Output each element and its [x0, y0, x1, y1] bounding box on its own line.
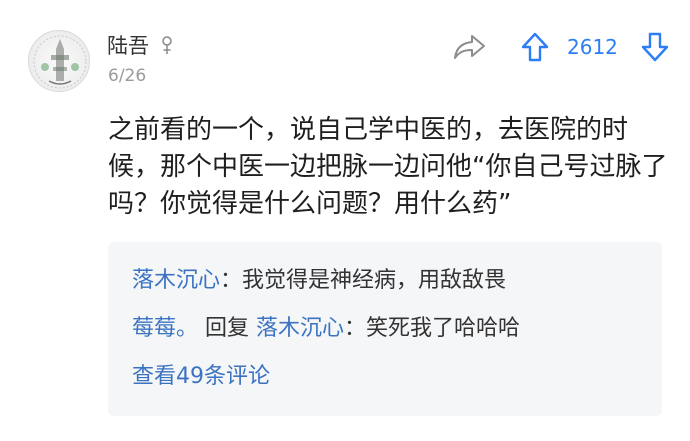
comment-date: 6/26 — [108, 66, 147, 86]
reply-text: 我觉得是神经病，用敌敌畏 — [242, 268, 507, 293]
male-symbol-icon — [160, 35, 174, 61]
avatar-emblem-icon — [33, 35, 87, 89]
comment-card: 陆吾 6/26 2612 之前看的一个，说自己学中医的，去医院的时候，那个中医一… — [0, 0, 690, 441]
reply-word: 回复 — [198, 316, 257, 341]
avatar[interactable] — [28, 30, 90, 92]
view-more-replies-link[interactable]: 查看49条评论 — [132, 362, 270, 392]
downvote-arrow-icon — [641, 32, 669, 62]
share-arrow-icon — [454, 35, 485, 59]
reply-preview-box[interactable]: 落木沉心：我觉得是神经病，用敌敌畏 莓莓。 回复 落木沉心：笑死我了哈哈哈 查看… — [108, 242, 662, 416]
reply-text: 笑死我了哈哈哈 — [366, 316, 521, 341]
reply-target-user[interactable]: 落木沉心 — [256, 316, 344, 341]
username-row: 陆吾 — [107, 33, 174, 61]
downvote-button[interactable] — [638, 30, 672, 64]
reply-item: 莓莓。 回复 落木沉心：笑死我了哈哈哈 — [132, 314, 520, 344]
reply-author[interactable]: 莓莓。 — [132, 316, 198, 341]
share-button[interactable] — [452, 32, 488, 62]
username[interactable]: 陆吾 — [107, 34, 149, 58]
reply-item: 落木沉心：我觉得是神经病，用敌敌畏 — [132, 266, 506, 296]
reply-separator: ： — [220, 268, 243, 293]
upvote-arrow-icon — [521, 32, 549, 62]
reply-author[interactable]: 落木沉心 — [132, 268, 220, 293]
reply-separator: ： — [344, 316, 367, 341]
comment-body: 之前看的一个，说自己学中医的，去医院的时候，那个中医一边把脉一边问他“你自己号过… — [108, 115, 668, 219]
upvote-button[interactable] — [518, 30, 552, 64]
vote-count: 2612 — [567, 35, 618, 59]
